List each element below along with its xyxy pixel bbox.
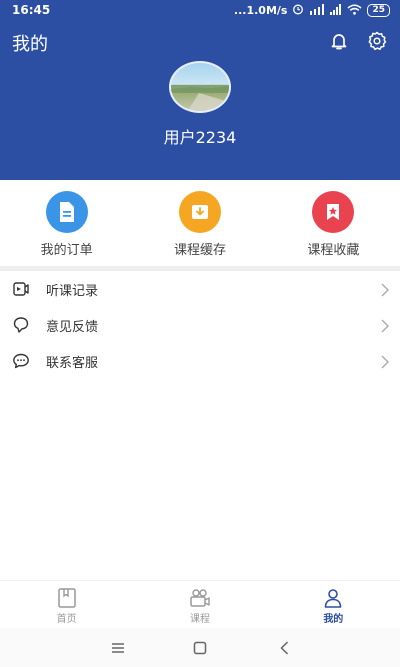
chevron-right-icon bbox=[380, 354, 390, 369]
status-bar: 16:45 ...1.0M/s 25 bbox=[0, 0, 400, 22]
chevron-right-icon bbox=[380, 318, 390, 333]
download-icon bbox=[178, 191, 221, 233]
menu-icon[interactable] bbox=[108, 638, 128, 658]
tab-label-courses: 课程 bbox=[189, 614, 210, 625]
course-favorites-label: 课程收藏 bbox=[307, 243, 360, 258]
signal-icon bbox=[309, 3, 325, 18]
username[interactable]: 用户2234 bbox=[0, 124, 400, 148]
alarm-icon bbox=[292, 3, 304, 18]
back-icon[interactable] bbox=[275, 638, 295, 658]
tab-label-home: 首页 bbox=[56, 614, 77, 625]
menu-label-history: 听课记录 bbox=[46, 284, 99, 299]
course-cache-label: 课程缓存 bbox=[173, 243, 226, 258]
notification-bell-icon[interactable] bbox=[328, 30, 350, 52]
battery-icon: 25 bbox=[367, 4, 390, 17]
course-camera-icon bbox=[189, 587, 211, 609]
order-icon bbox=[45, 191, 88, 233]
tab-home[interactable]: 首页 bbox=[0, 581, 133, 628]
quick-actions: 我的订单 课程缓存 课程收藏 bbox=[0, 180, 400, 266]
my-profile-screen: 16:45 ...1.0M/s 25 我的 用户2234 我的订单 课程缓存 课… bbox=[0, 0, 400, 667]
menu-item-feedback[interactable]: 意见反馈 bbox=[0, 307, 400, 343]
profile-icon bbox=[322, 587, 344, 609]
avatar[interactable] bbox=[169, 61, 231, 113]
chevron-right-icon bbox=[380, 282, 390, 297]
signal-icon-2 bbox=[330, 3, 342, 18]
menu-label-feedback: 意见反馈 bbox=[46, 320, 99, 335]
status-time: 16:45 bbox=[12, 3, 51, 17]
course-cache-button[interactable]: 课程缓存 bbox=[133, 180, 266, 266]
menu-list: 听课记录 意见反馈 联系客服 bbox=[0, 271, 400, 379]
bottom-tab-bar: 首页 课程 我的 bbox=[0, 580, 400, 628]
home-book-icon bbox=[56, 587, 78, 609]
home-square-icon[interactable] bbox=[190, 638, 210, 658]
page-title: 我的 bbox=[12, 34, 48, 55]
network-speed: ...1.0M/s bbox=[233, 4, 288, 17]
tab-profile[interactable]: 我的 bbox=[267, 581, 400, 628]
tab-courses[interactable]: 课程 bbox=[133, 581, 266, 628]
history-icon bbox=[12, 280, 30, 298]
menu-item-history[interactable]: 听课记录 bbox=[0, 271, 400, 307]
profile-header: 16:45 ...1.0M/s 25 我的 用户2234 bbox=[0, 0, 400, 180]
status-icons: ...1.0M/s 25 bbox=[234, 3, 390, 18]
settings-gear-icon[interactable] bbox=[366, 30, 388, 52]
menu-item-customer-service[interactable]: 联系客服 bbox=[0, 343, 400, 379]
my-orders-label: 我的订单 bbox=[40, 243, 93, 258]
system-nav-bar bbox=[0, 628, 400, 667]
menu-label-customer-service: 联系客服 bbox=[46, 356, 99, 371]
course-favorites-button[interactable]: 课程收藏 bbox=[267, 180, 400, 266]
my-orders-button[interactable]: 我的订单 bbox=[0, 180, 133, 266]
star-bookmark-icon bbox=[312, 191, 355, 233]
feedback-icon bbox=[12, 316, 30, 334]
wifi-icon bbox=[347, 4, 362, 18]
tab-label-profile: 我的 bbox=[323, 614, 344, 625]
chat-icon bbox=[12, 352, 30, 370]
